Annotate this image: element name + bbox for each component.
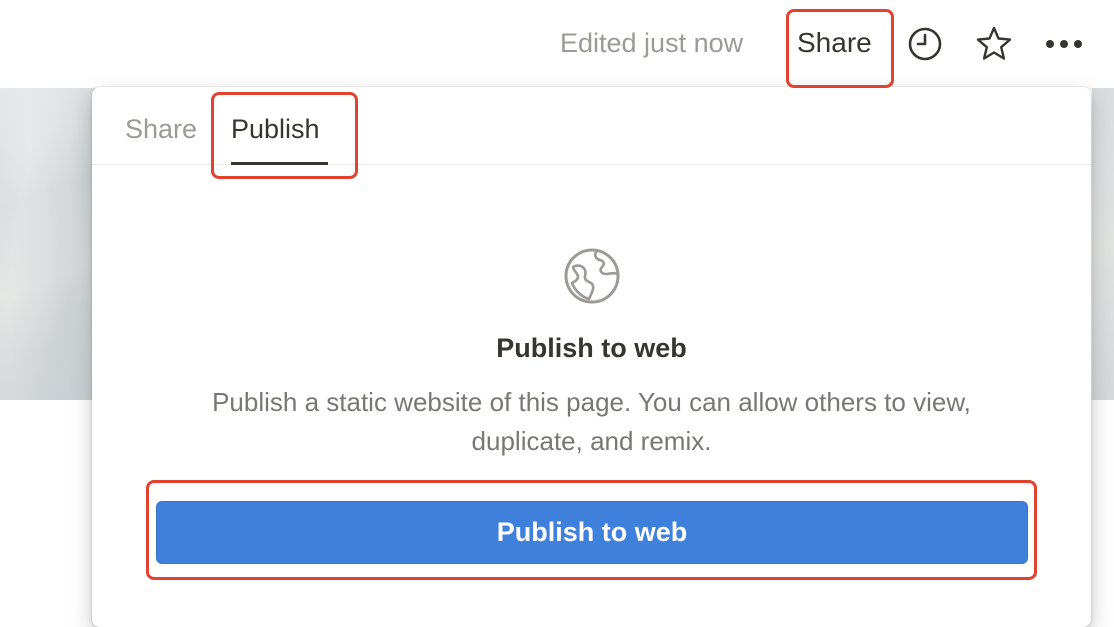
more-icon — [1046, 40, 1082, 48]
updates-button[interactable] — [905, 24, 945, 64]
share-button[interactable]: Share — [797, 26, 872, 60]
globe-icon — [564, 248, 620, 304]
clock-icon — [908, 27, 942, 61]
favorite-button[interactable] — [974, 24, 1014, 64]
tab-publish[interactable]: Publish — [231, 112, 320, 146]
active-tab-indicator — [231, 162, 328, 165]
star-icon — [976, 26, 1012, 60]
tab-share[interactable]: Share — [125, 112, 197, 146]
publish-description: Publish a static website of this page. Y… — [212, 387, 971, 456]
page-cover-image-edge — [1092, 88, 1114, 400]
share-popup: Share Publish Publish to web Publish a s… — [92, 87, 1091, 627]
popup-tabs: Share Publish — [92, 87, 1091, 165]
edited-status: Edited just now — [560, 28, 744, 58]
publish-heading: Publish to web — [496, 333, 687, 363]
publish-to-web-button[interactable]: Publish to web — [156, 501, 1028, 564]
page-cover-image — [0, 88, 96, 400]
more-options-button[interactable] — [1044, 24, 1084, 64]
top-bar: Edited just now Share — [0, 0, 1114, 88]
